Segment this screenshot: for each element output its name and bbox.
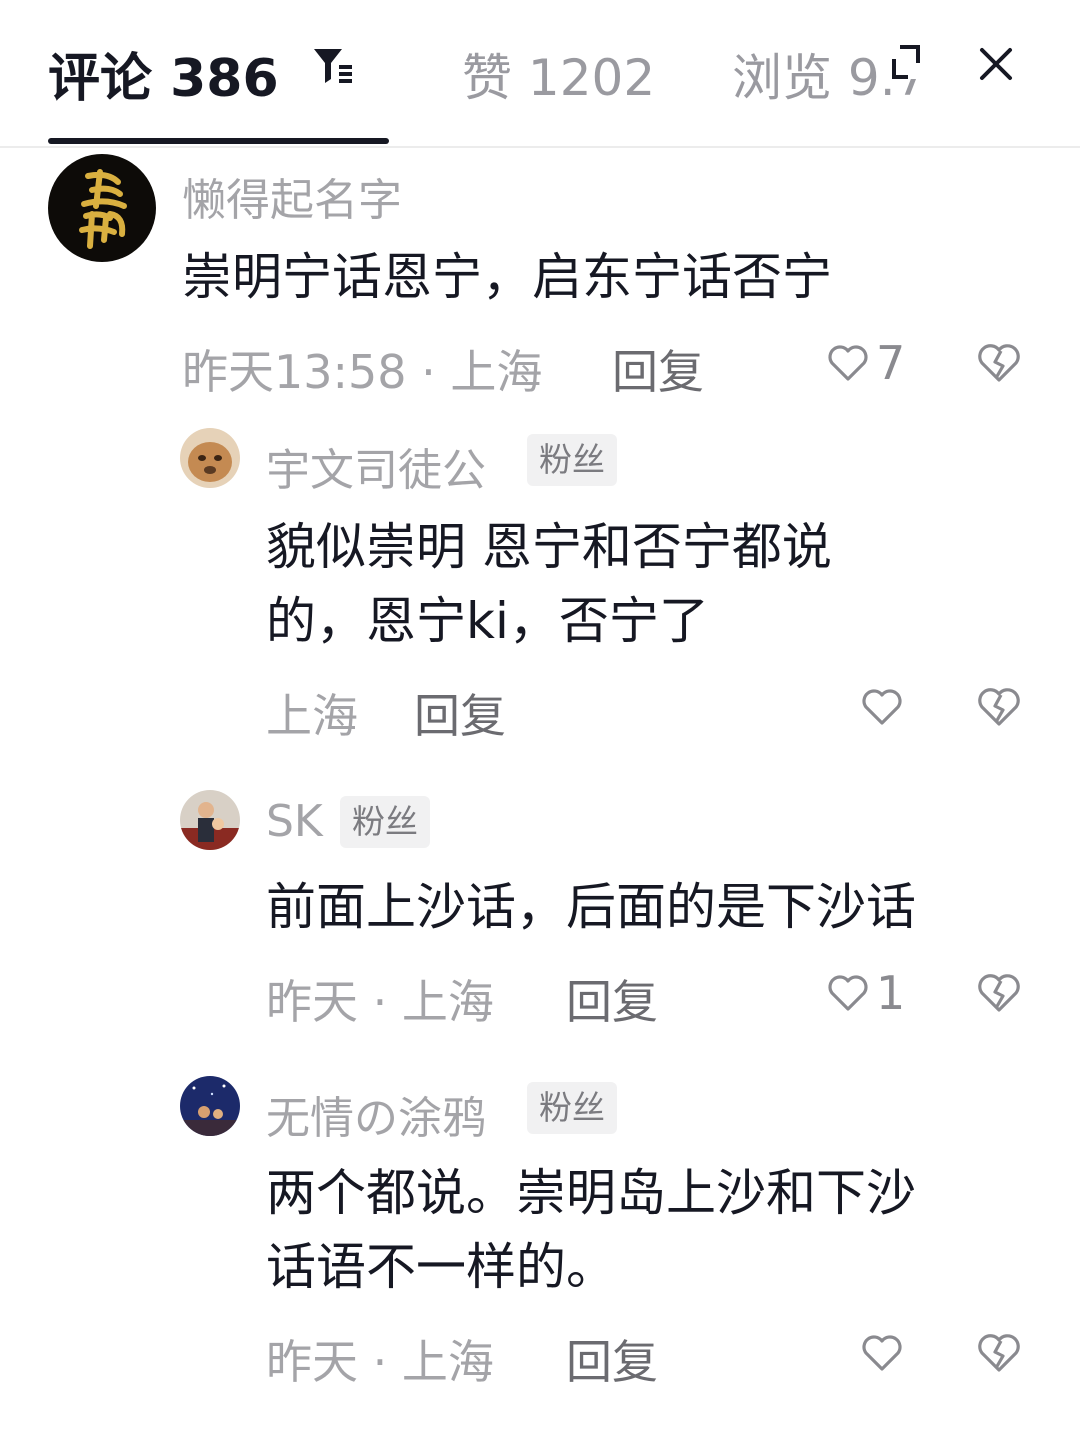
tab-likes[interactable]: 赞 1202 [462,38,655,110]
reply-button[interactable]: 回复 [612,336,704,402]
avatar[interactable] [180,790,240,850]
avatar[interactable] [180,428,240,488]
reply-button[interactable]: 回复 [566,1326,658,1392]
comment-username[interactable]: 宇文司徒公 [266,434,486,498]
dislike-icon[interactable] [976,340,1022,386]
comment-text: 前面上沙话，后面的是下沙话 [266,878,916,936]
like-button[interactable]: 7 [826,336,906,390]
like-count: 1 [876,966,906,1020]
heart-icon [828,345,868,381]
dislike-icon[interactable] [976,1330,1022,1376]
comment-username[interactable]: SK [266,796,323,847]
dislike-icon[interactable] [976,970,1022,1016]
like-button[interactable] [860,1328,910,1378]
fan-badge: 粉丝 [527,434,617,486]
fan-badge: 粉丝 [527,1082,617,1134]
reply-button[interactable]: 回复 [566,966,658,1032]
heart-icon [862,689,902,725]
heart-icon [828,975,868,1011]
comment-text: 崇明宁话恩宁，启东宁话否宁 [182,248,832,306]
avatar[interactable] [180,1076,240,1136]
like-button[interactable]: 1 [826,966,906,1020]
dislike-icon[interactable] [976,684,1022,730]
like-button[interactable] [860,682,910,732]
reply-button[interactable]: 回复 [414,680,506,746]
comment-meta: 昨天13:58 · 上海 [182,345,543,399]
tab-comments[interactable]: 评论 386 [48,36,279,111]
avatar[interactable] [48,154,156,262]
comment-username[interactable]: 懒得起名字 [182,164,402,228]
close-icon[interactable] [976,44,1016,84]
comment-meta: 昨天 · 上海 [266,1335,494,1389]
comment-text: 貌似崇明 恩宁和否宁都说 的，恩宁ki，否宁了 [266,518,832,650]
comment-meta: 上海 [266,689,358,743]
heart-icon [862,1335,902,1371]
filter-icon[interactable] [312,45,354,87]
comment-username[interactable]: 无情の涂鸦 [266,1082,486,1146]
active-tab-indicator [48,138,389,144]
comment-panel-header: 评论 386 赞 1202 浏览 9.7 [0,0,1080,148]
fan-badge: 粉丝 [340,796,430,848]
like-count: 7 [876,336,906,390]
comment-meta: 昨天 · 上海 [266,975,494,1029]
comment-text: 两个都说。崇明岛上沙和下沙 话语不一样的。 [266,1164,916,1296]
expand-icon[interactable] [892,45,926,79]
